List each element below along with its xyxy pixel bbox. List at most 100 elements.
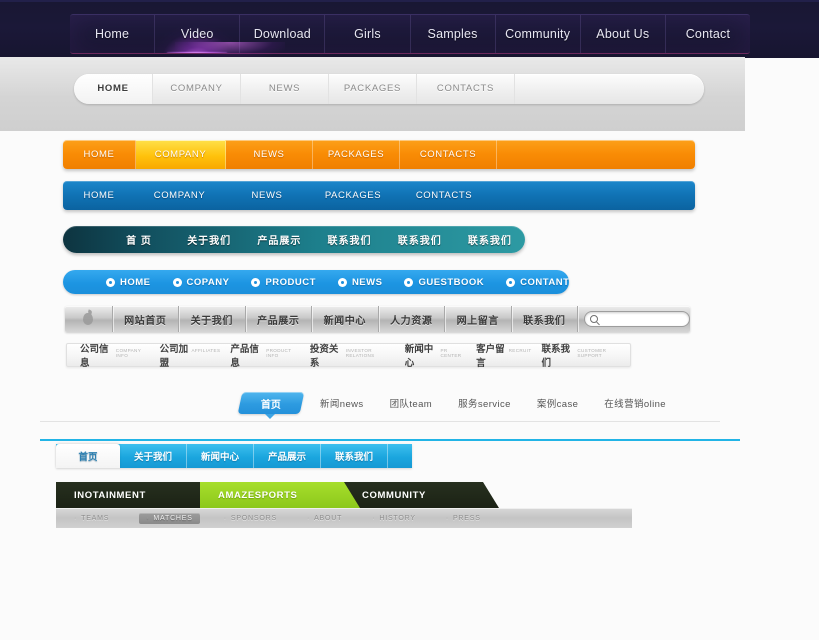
cyan-nav-item-0[interactable]: 首页 (56, 444, 120, 468)
teal-nav-item-3[interactable]: 联系我们 (314, 226, 384, 253)
bullet-nav-item-3[interactable]: NEWS (327, 270, 394, 294)
bilingual-nav-item-6[interactable]: 联系我们 CUSTOMER SUPPORT (537, 341, 631, 369)
teal-nav-spacer (63, 226, 104, 253)
gray-nav-item-4[interactable]: 人力资源 (379, 306, 446, 332)
sports-subnav-label-5: PRESS (452, 514, 481, 522)
teal-nav-bar[interactable]: 首 页关于我们 产品展示 联系我们 联系我们 联系我们 (63, 226, 525, 253)
gray-nav-item-2[interactable]: 产品展示 (246, 306, 313, 332)
sports-subnav-item-1[interactable]: · MATCHES (139, 512, 200, 524)
pill-menu-item-1[interactable]: COMPANY (153, 74, 241, 104)
teal-nav-item-0[interactable]: 首 页 (104, 226, 174, 253)
shouye-nav-bar[interactable]: 首页 新闻news 团队team 服务service 案例case 在线营销oline (237, 392, 692, 414)
sports-subnav-item-3[interactable]: · ABOUT (307, 515, 342, 522)
orange-nav-item-0[interactable]: HOME (63, 140, 136, 169)
gray-nav-item-6[interactable]: 联系我们 (512, 306, 579, 332)
dark-nav-item-3[interactable]: Girls (325, 15, 411, 53)
cyan-nav-item-1[interactable]: 关于我们 (120, 444, 187, 468)
gray-nav-home-cell[interactable] (65, 306, 113, 332)
dark-nav-item-7[interactable]: Contact (666, 15, 750, 53)
sports-tab-0[interactable]: INOTAINMENT (56, 482, 216, 508)
pill-menu-item-2[interactable]: NEWS (241, 74, 329, 104)
sports-subnav-item-0[interactable]: · TEAMS (74, 515, 109, 522)
bullet-nav-item-2[interactable]: PRODUCT (240, 270, 326, 294)
bilingual-nav-item-5[interactable]: 客户留言 RECRUIT (471, 341, 536, 369)
blue-nav-item-2[interactable]: NEWS (224, 181, 310, 210)
pill-menu-bar[interactable]: HOME COMPANY NEWS PACKAGES CONTACTS (74, 74, 704, 104)
dark-nav-item-2[interactable]: Download (240, 15, 326, 53)
dark-nav-item-0[interactable]: Home (70, 15, 156, 53)
orange-nav-item-2[interactable]: NEWS (226, 140, 313, 169)
bilingual-nav-item-3[interactable]: 投资关系 INVESTOR RELATIONS (305, 341, 400, 369)
bullet-nav-item-1[interactable]: COPANY (162, 270, 241, 294)
orange-nav-item-1[interactable]: COMPANY (136, 140, 226, 169)
blue-nav-item-1[interactable]: COMPANY (135, 181, 224, 210)
bullet-nav-bar[interactable]: HOME COPANY PRODUCT NEWS GUESTBOOK CONTANT (63, 270, 569, 294)
bilingual-nav-item-4[interactable]: 新闻中心 PR CENTER (400, 341, 471, 369)
sports-subnav-label-0: TEAMS (81, 514, 110, 522)
blue-nav-item-0[interactable]: HOME (63, 181, 135, 210)
shouye-nav-container: 首页 新闻news 团队team 服务service 案例case 在线营销oline (40, 390, 720, 422)
bullet-nav-label-1: COPANY (186, 276, 230, 288)
dark-nav-bar[interactable]: Home Video Download Girls Samples Community Ab… (70, 14, 750, 54)
teal-nav-item-5[interactable]: 联系我们 (455, 226, 525, 253)
sports-tab-label-1: AMAZESPORTS (218, 489, 298, 501)
teal-nav-item-1[interactable]: 关于我们 (174, 226, 244, 253)
bilingual-nav-bar[interactable]: 公司信息 COMPANY INFO 公司加盟 AFFILIATES 产品信息 PRODUC… (66, 341, 631, 369)
dot-circle-icon (337, 277, 347, 287)
blue-nav-item-4[interactable]: CONTACTS (396, 181, 492, 210)
pill-menu-item-0[interactable]: HOME (74, 74, 153, 104)
bilingual-nav-item-0[interactable]: 公司信息 COMPANY INFO (75, 341, 155, 369)
pill-menu-item-3[interactable]: PACKAGES (329, 74, 417, 104)
sports-tab-1[interactable]: AMAZESPORTS (200, 482, 360, 508)
pill-menu-item-4[interactable]: CONTACTS (417, 74, 515, 104)
sports-subnav-item-2[interactable]: · SPONSORS (224, 515, 277, 522)
bullet-nav-item-4[interactable]: GUESTBOOK (393, 270, 495, 294)
dark-nav-item-1[interactable]: Video (155, 15, 241, 53)
shouye-nav-item-3[interactable]: 案例case (537, 396, 578, 410)
bullet-nav-item-5[interactable]: CONTANT (495, 270, 569, 294)
orange-nav-item-3[interactable]: PACKAGES (313, 140, 400, 169)
bullet-nav-label-2: PRODUCT (265, 276, 316, 288)
sports-subnav-item-5[interactable]: · PRESS (446, 515, 481, 522)
bullet-icon: · (146, 514, 150, 522)
dark-nav-item-4[interactable]: Samples (411, 15, 496, 53)
caret-down-icon (265, 414, 275, 419)
shouye-nav-item-4[interactable]: 在线营销oline (604, 396, 666, 410)
shouye-nav-item-2[interactable]: 服务service (458, 396, 511, 410)
search-input[interactable] (601, 313, 685, 325)
blue-nav-item-3[interactable]: PACKAGES (310, 181, 396, 210)
shouye-nav-item-1[interactable]: 团队team (390, 396, 433, 410)
bilingual-nav-item-2[interactable]: 产品信息 PRODUCT INFO (225, 341, 305, 369)
gray-nav-item-1[interactable]: 关于我们 (179, 306, 246, 332)
orange-nav-item-4[interactable]: CONTACTS (400, 140, 497, 169)
orange-nav-bar[interactable]: HOME COMPANY NEWS PACKAGES CONTACTS (63, 140, 695, 169)
bilingual-nav-item-1[interactable]: 公司加盟 AFFILIATES (155, 341, 226, 369)
sports-subnav-bar[interactable]: · TEAMS · MATCHES · SPONSORS · ABOUT · HISTORY · PR… (56, 508, 632, 528)
gray-nav-item-5[interactable]: 网上留言 (445, 306, 512, 332)
cyan-nav-bar[interactable]: 首页 关于我们 新闻中心 产品展示 联系我们 (56, 444, 412, 468)
sports-subnav-label-3: ABOUT (314, 514, 343, 522)
shouye-active-tab[interactable]: 首页 (237, 392, 305, 414)
bullet-icon: · (372, 514, 376, 522)
gray-chinese-nav-bar[interactable]: 网站首页 关于我们 产品展示 新闻中心 人力资源 网上留言 联系我们 (65, 306, 690, 332)
teal-nav-item-2[interactable]: 产品展示 (244, 226, 314, 253)
shouye-nav-item-0[interactable]: 新闻news (320, 396, 364, 410)
cyan-nav-item-4[interactable]: 联系我们 (321, 444, 388, 468)
search-box[interactable] (584, 311, 690, 327)
bilingual-en-label-5: RECRUIT (508, 348, 532, 353)
sports-subnav-item-4[interactable]: · HISTORY (372, 515, 416, 522)
sports-tab-2[interactable]: COMMUNITY (344, 482, 499, 508)
cyan-nav-item-2[interactable]: 新闻中心 (187, 444, 254, 468)
gray-nav-item-0[interactable]: 网站首页 (113, 306, 180, 332)
dark-nav-item-6[interactable]: About Us (581, 15, 666, 53)
dot-circle-icon (506, 277, 516, 287)
dot-circle-icon (172, 277, 182, 287)
sports-tab-bar[interactable]: INOTAINMENT AMAZESPORTS COMMUNITY (56, 482, 632, 508)
blue-nav-bar[interactable]: HOME COMPANY NEWS PACKAGES CONTACTS (63, 181, 695, 210)
cyan-nav-item-3[interactable]: 产品展示 (254, 444, 321, 468)
bullet-nav-item-0[interactable]: HOME (95, 270, 162, 294)
bullet-icon: · (306, 514, 311, 522)
dark-nav-item-5[interactable]: Community (496, 15, 581, 53)
teal-nav-item-4[interactable]: 联系我们 (385, 226, 455, 253)
gray-nav-item-3[interactable]: 新闻中心 (312, 306, 379, 332)
